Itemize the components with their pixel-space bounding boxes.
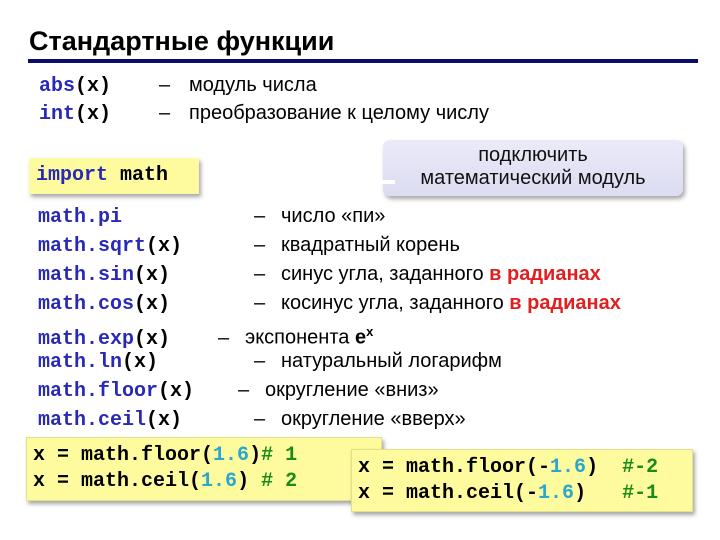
example-number: 1.6 xyxy=(213,444,250,467)
example-close: ) xyxy=(586,456,623,479)
title-underline xyxy=(28,59,698,63)
function-name: math.floor xyxy=(38,380,159,403)
dash: – xyxy=(238,379,250,401)
example-call: math.ceil( xyxy=(81,470,202,493)
example-lhs: x = xyxy=(33,444,82,467)
import-callout: подключить математический модуль xyxy=(377,140,683,196)
function-signature: math.ceil(x) xyxy=(38,408,254,434)
example-number: 1.6 xyxy=(550,456,587,479)
function-arg: (x) xyxy=(146,409,183,432)
example-comment: # 1 xyxy=(261,444,298,467)
dash: – xyxy=(254,234,266,256)
function-description: квадратный корень xyxy=(281,234,460,256)
function-arg: (x) xyxy=(122,351,159,374)
math-function-line: math.sin(x) – синус угла, заданного в ради… xyxy=(38,261,601,287)
dash: – xyxy=(254,263,266,285)
dash: – xyxy=(254,350,266,372)
function-signature: math.ln(x) xyxy=(38,350,254,376)
example-line: x = math.ceil(1.6) # 2 xyxy=(33,469,381,495)
function-description: синус угла, заданного xyxy=(281,263,490,285)
example-close: ) xyxy=(574,482,623,505)
example-comment: # 2 xyxy=(261,470,298,493)
radians-highlight: в радианах xyxy=(489,263,601,285)
function-name: math.ceil xyxy=(38,409,147,432)
exponent-power: x xyxy=(366,324,374,339)
example-call: math.floor( xyxy=(81,444,214,467)
example-line: x = math.floor(1.6)# 1 xyxy=(33,443,381,469)
function-description: экспонента xyxy=(245,326,355,349)
function-description: натуральный логарифм xyxy=(281,350,502,372)
callout-pointer xyxy=(377,180,395,184)
function-description: число «пи» xyxy=(281,205,386,227)
example-lhs: x = xyxy=(33,470,82,493)
math-function-line: math.ceil(x) – округление «вверх» xyxy=(38,406,466,432)
math-function-line: math.pi – число «пи» xyxy=(38,203,385,229)
builtin-abs-line: abs(x) – модуль числа xyxy=(39,72,317,98)
math-function-line: math.floor(x) – округление «вниз» xyxy=(38,377,439,403)
callout-line-1: подключить xyxy=(478,144,588,166)
function-name: math.ln xyxy=(38,351,123,374)
function-name: math.sin xyxy=(38,264,135,287)
dash: – xyxy=(254,292,266,314)
example-call: math.floor(- xyxy=(406,456,551,479)
math-function-line: math.sqrt(x) – квадратный корень xyxy=(38,232,460,258)
function-description: округление «вверх» xyxy=(281,408,466,430)
function-arg: (x) xyxy=(158,380,195,403)
function-name: abs xyxy=(39,75,76,98)
exponent-base: e xyxy=(354,326,367,349)
import-statement-box: import math xyxy=(29,158,199,194)
import-keyword: import xyxy=(36,164,109,187)
example-line: x = math.ceil(-1.6) #-1 xyxy=(358,481,692,507)
example-lhs: x = xyxy=(358,456,407,479)
page-title: Стандартные функции xyxy=(29,26,335,56)
dash: – xyxy=(218,326,230,349)
example-comment: #-2 xyxy=(622,456,659,479)
function-arg: (x) xyxy=(75,75,112,98)
radians-highlight: в радианах xyxy=(509,292,621,314)
function-signature: math.sqrt(x) xyxy=(38,234,254,260)
import-module: math xyxy=(120,164,169,187)
function-arg: (x) xyxy=(134,293,171,316)
function-description: косинус угла, заданного xyxy=(281,292,510,314)
function-arg: (x) xyxy=(75,103,112,126)
function-name: math.pi xyxy=(38,206,123,229)
function-arg: (x) xyxy=(146,235,183,258)
example-line: x = math.floor(-1.6) #-2 xyxy=(358,455,692,481)
example-box-negative: x = math.floor(-1.6) #-2 x = math.ceil(-… xyxy=(351,449,693,512)
example-number: 1.6 xyxy=(201,470,238,493)
example-call: math.ceil(- xyxy=(406,482,539,505)
example-lhs: x = xyxy=(358,482,407,505)
builtin-int-line: int(x) – преобразование к целому числу xyxy=(39,100,489,126)
dash: – xyxy=(254,408,266,430)
math-function-line: math.cos(x) – косинус угла, заданного в ра… xyxy=(38,290,621,316)
function-signature: math.pi xyxy=(38,205,254,231)
function-description: преобразование к целому числу xyxy=(189,102,489,124)
function-description: округление «вниз» xyxy=(265,379,439,401)
function-name: math.cos xyxy=(38,293,135,316)
example-comment: #-1 xyxy=(622,482,659,505)
function-arg: (x) xyxy=(134,264,171,287)
function-description: модуль числа xyxy=(189,74,317,96)
example-close: ) xyxy=(249,444,262,467)
math-function-line: math.exp(x) – экспонента ex xyxy=(38,319,374,351)
function-name: int xyxy=(39,103,76,126)
dash: – xyxy=(159,74,171,96)
function-name: math.sqrt xyxy=(38,235,147,258)
dash: – xyxy=(254,205,266,227)
function-signature: math.floor(x) xyxy=(38,379,238,405)
example-box-positive: x = math.floor(1.6)# 1 x = math.ceil(1.6… xyxy=(26,437,382,501)
function-signature: math.sin(x) xyxy=(38,263,254,289)
callout-line-2: математический модуль xyxy=(420,167,646,189)
example-number: 1.6 xyxy=(538,482,575,505)
function-signature: math.cos(x) xyxy=(38,292,254,318)
example-close: ) xyxy=(237,470,262,493)
dash: – xyxy=(159,102,171,124)
math-function-line: math.ln(x) – натуральный логарифм xyxy=(38,348,502,374)
